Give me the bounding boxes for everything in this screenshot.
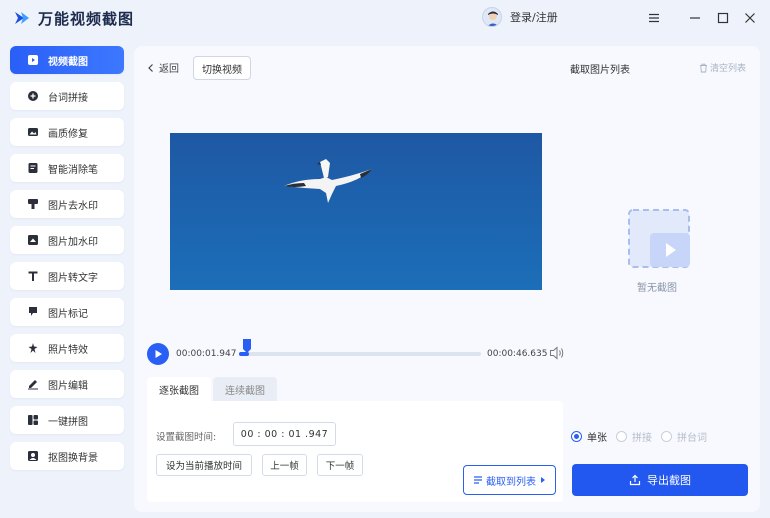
export-icon — [629, 474, 641, 486]
list-icon — [474, 476, 482, 484]
add-watermark-icon — [26, 233, 40, 247]
progress-handle[interactable] — [242, 338, 252, 359]
sidebar-item-label: 抠图换背景 — [48, 452, 98, 464]
sidebar-item-label: 画质修复 — [48, 128, 88, 140]
title-bar: 万能视频截图 登录/注册 — [0, 0, 770, 36]
minimize-icon — [690, 17, 700, 19]
export-label: 导出截图 — [647, 474, 691, 487]
empty-list-icon — [628, 209, 692, 272]
smart-eraser-icon — [26, 161, 40, 175]
flag-icon — [26, 305, 40, 319]
volume-button[interactable] — [549, 346, 565, 363]
sidebar-item-label: 台词拼接 — [48, 92, 88, 104]
list-title: 截取图片列表 — [570, 65, 630, 76]
sidebar-item-label: 图片加水印 — [48, 236, 98, 248]
user-login[interactable]: 登录/注册 — [482, 7, 558, 27]
sidebar-item-video-screenshot[interactable]: 视频截图 — [10, 46, 124, 74]
switch-video-button[interactable]: 切换视频 — [193, 56, 251, 80]
back-button[interactable]: 返回 — [146, 60, 179, 75]
text-t-icon — [26, 269, 40, 283]
play-button[interactable] — [147, 343, 169, 365]
sidebar-item-label: 智能消除笔 — [48, 164, 98, 176]
sidebar-item-image-to-text[interactable]: 图片转文字 — [10, 262, 124, 290]
capture-mode-tabs: 逐张截图 连续截图 — [147, 377, 277, 401]
caret-right-icon — [541, 477, 545, 483]
close-icon — [745, 13, 755, 23]
edit-icon — [26, 377, 40, 391]
current-time: 00:00:01.947 — [176, 349, 237, 359]
chevron-left-icon — [148, 63, 153, 72]
sidebar-item-image-repair[interactable]: 画质修复 — [10, 118, 124, 146]
capture-to-list-button[interactable]: 截取到列表 — [463, 465, 556, 495]
radio-dot — [661, 431, 672, 442]
sidebar: 视频截图 台词拼接 画质修复 智能消除笔 图片去水印 图片加水印 图片转文字 图… — [10, 46, 124, 478]
sidebar-item-label: 视频截图 — [48, 56, 88, 68]
sidebar-item-label: 图片去水印 — [48, 200, 98, 212]
capture-to-list-label: 截取到列表 — [486, 476, 536, 488]
main-panel: 返回 切换视频 截取图片列表 清空列表 暂无截图 00:00:01.947 00… — [134, 46, 760, 512]
sidebar-item-label: 图片编辑 — [48, 380, 88, 392]
back-label: 返回 — [159, 64, 179, 75]
tab-continuous-capture[interactable]: 连续截图 — [213, 377, 277, 401]
close-button[interactable] — [741, 9, 759, 27]
next-frame-button[interactable]: 下一帧 — [317, 454, 363, 476]
collage-icon — [26, 413, 40, 427]
sidebar-item-label: 一键拼图 — [48, 416, 88, 428]
radio-label: 拼接 — [632, 433, 652, 444]
empty-list-text: 暂无截图 — [637, 283, 677, 294]
play-icon — [155, 350, 162, 358]
radio-stitch[interactable]: 拼接 — [616, 429, 652, 444]
hamburger-icon — [649, 13, 659, 23]
video-preview[interactable] — [170, 133, 542, 290]
sidebar-item-photo-effects[interactable]: 照片特效 — [10, 334, 124, 362]
sidebar-item-cutout-background[interactable]: 抠图换背景 — [10, 442, 124, 470]
menu-button[interactable] — [645, 9, 663, 27]
radio-dot — [571, 431, 582, 442]
radio-label: 单张 — [587, 433, 607, 444]
maximize-button[interactable] — [714, 9, 732, 27]
sidebar-item-label: 图片转文字 — [48, 272, 98, 284]
sidebar-item-remove-watermark[interactable]: 图片去水印 — [10, 190, 124, 218]
sidebar-item-collage[interactable]: 一键拼图 — [10, 406, 124, 434]
tab-single-capture[interactable]: 逐张截图 — [147, 377, 211, 401]
sidebar-item-label: 图片标记 — [48, 308, 88, 320]
export-mode-options: 单张 拼接 拼台词 — [571, 429, 716, 444]
sidebar-item-image-mark[interactable]: 图片标记 — [10, 298, 124, 326]
remove-watermark-icon — [26, 197, 40, 211]
login-link[interactable]: 登录/注册 — [510, 9, 558, 25]
minimize-button[interactable] — [686, 9, 704, 27]
radio-stitch-subtitles[interactable]: 拼台词 — [661, 429, 707, 444]
video-screenshot-icon — [26, 53, 40, 67]
cutout-icon — [26, 449, 40, 463]
radio-dot — [616, 431, 627, 442]
sidebar-item-label: 照片特效 — [48, 344, 88, 356]
sidebar-item-add-watermark[interactable]: 图片加水印 — [10, 226, 124, 254]
radio-single[interactable]: 单张 — [571, 429, 607, 444]
maximize-icon — [717, 12, 729, 24]
set-current-time-button[interactable]: 设为当前播放时间 — [156, 454, 252, 476]
capture-time-label: 设置截图时间: — [156, 432, 217, 443]
avatar[interactable] — [482, 7, 502, 27]
sidebar-item-subtitle-stitch[interactable]: 台词拼接 — [10, 82, 124, 110]
effects-icon — [26, 341, 40, 355]
bird-frame-image — [170, 133, 542, 290]
progress-track[interactable] — [239, 352, 481, 356]
capture-settings-panel: 设置截图时间: 00 : 00 : 01 .947 设为当前播放时间 上一帧 下… — [147, 401, 563, 502]
trash-icon — [700, 63, 707, 72]
subtitle-stitch-icon — [26, 89, 40, 103]
sidebar-item-image-edit[interactable]: 图片编辑 — [10, 370, 124, 398]
total-time: 00:00:46.635 — [487, 349, 548, 359]
app-name: 万能视频截图 — [38, 9, 135, 28]
image-repair-icon — [26, 125, 40, 139]
volume-icon — [550, 346, 564, 360]
sidebar-item-smart-eraser[interactable]: 智能消除笔 — [10, 154, 124, 182]
clear-list-label: 清空列表 — [710, 64, 747, 74]
prev-frame-button[interactable]: 上一帧 — [262, 454, 307, 476]
export-screenshot-button[interactable]: 导出截图 — [572, 464, 748, 496]
clear-list-button[interactable]: 清空列表 — [699, 61, 746, 74]
logo-icon — [15, 12, 29, 24]
radio-label: 拼台词 — [677, 433, 707, 444]
app-logo: 万能视频截图 — [14, 8, 134, 29]
capture-time-input[interactable]: 00 : 00 : 01 .947 — [233, 422, 336, 446]
